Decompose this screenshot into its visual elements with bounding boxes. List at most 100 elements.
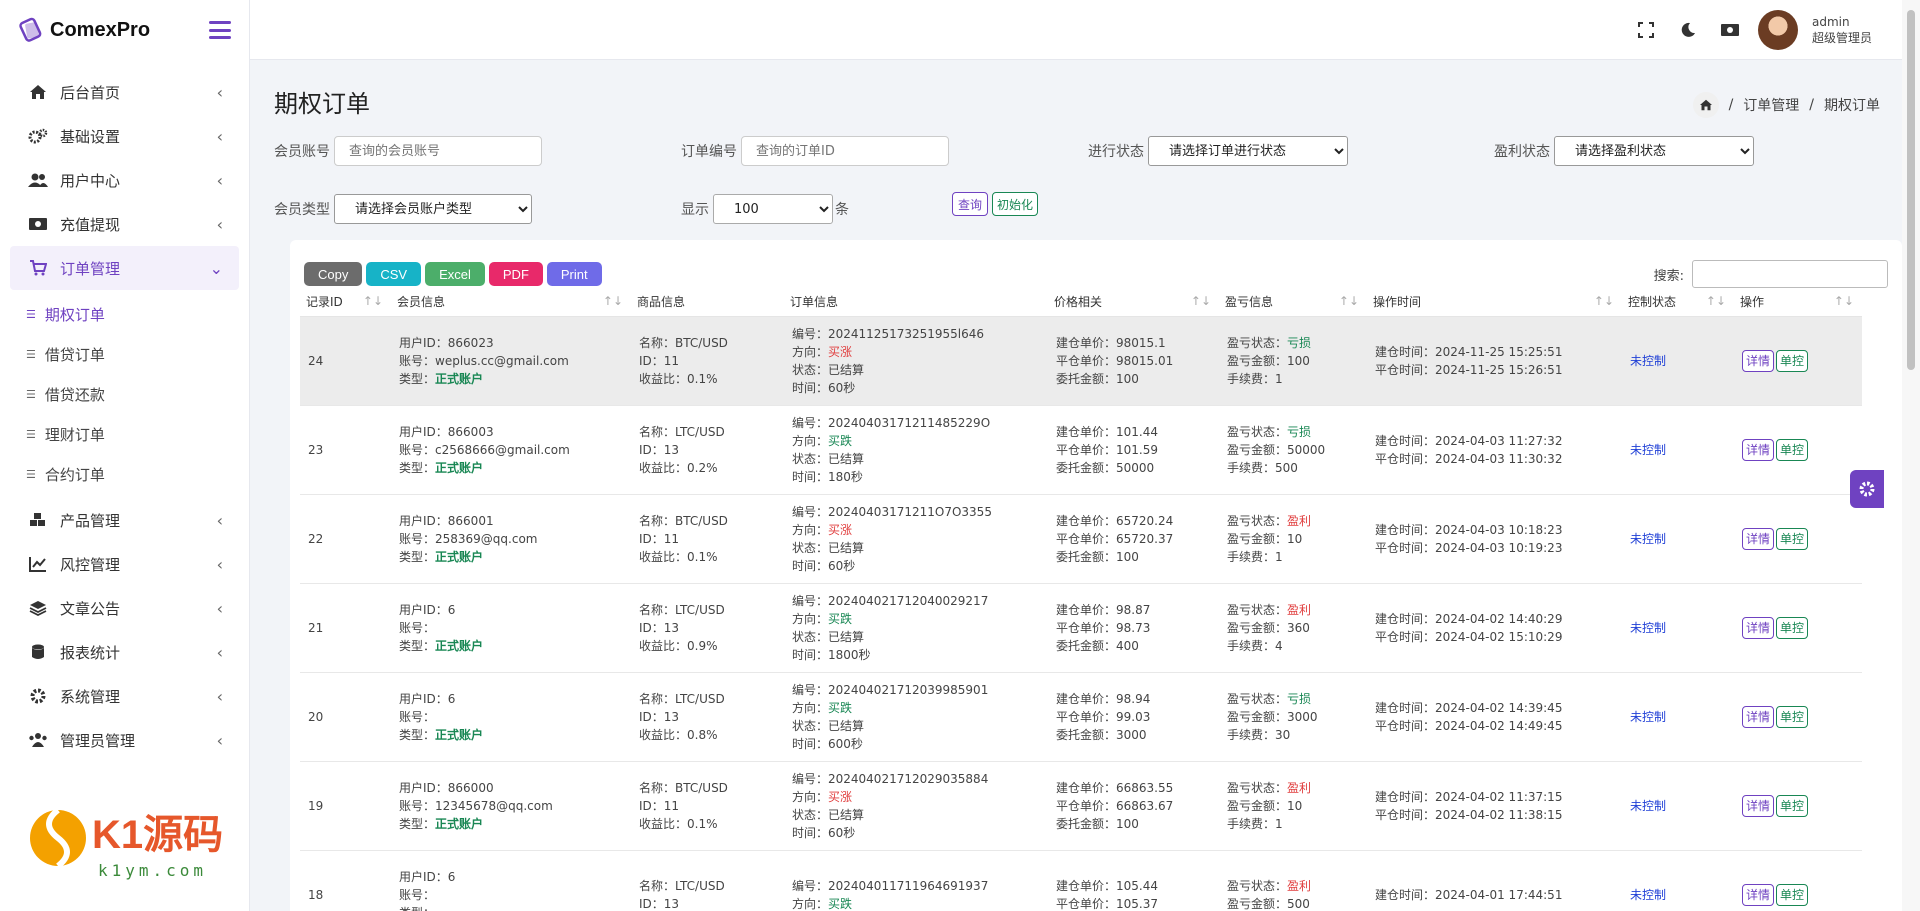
cell-pl: 盈亏状态：亏损 盈亏金额：3000 手续费：30 [1219,672,1367,762]
sidebar-item-basic-settings[interactable]: 基础设置 ‹ [0,114,249,158]
search-input[interactable] [1692,260,1888,288]
menu-toggle-icon[interactable] [209,21,231,39]
chevron-down-icon: ⌄ [209,258,223,278]
sidebar-item-articles[interactable]: 文章公告 ‹ [0,586,249,630]
money-icon[interactable] [1720,20,1740,40]
column-header-member[interactable]: 会员信息 ↑↓ [391,288,631,317]
k1-logo-icon: K1源码 k1ym.com [30,807,223,880]
sidebar-item-dashboard[interactable]: 后台首页 ‹ [0,70,249,114]
column-header-price[interactable]: 价格相关 ↑↓ [1048,288,1219,317]
sidebar-item-orders[interactable]: 订单管理 ⌄ [10,246,239,290]
detail-button[interactable]: 详情 [1742,705,1775,728]
page-size-select[interactable]: 100 [713,194,833,224]
detail-button[interactable]: 详情 [1742,883,1775,906]
column-header-control[interactable]: 控制状态 ↑↓ [1622,288,1734,317]
cell-order: 编号：20240403171211O7O3355 方向：买涨 状态：已结算 时间：60… [784,494,1048,584]
fullscreen-icon[interactable] [1636,20,1656,40]
order-no-input[interactable] [741,136,949,166]
sidebar-item-risk[interactable]: 风控管理 ‹ [0,542,249,586]
home-icon[interactable] [1692,92,1719,118]
control-status[interactable]: 未控制 [1630,354,1666,368]
cell-id: 23 [300,405,391,495]
detail-button[interactable]: 详情 [1742,616,1775,639]
user-menu[interactable]: admin 超级管理员 [1757,10,1872,50]
excel-button[interactable]: Excel [425,262,485,286]
filter-member-type: 会员类型 请选择会员账户类型 [274,194,532,224]
submenu-item-option-orders[interactable]: ☰ 期权订单 [0,294,249,334]
sidebar-item-products[interactable]: 产品管理 ‹ [0,498,249,542]
cell-control: 未控制 [1622,405,1734,495]
floating-settings-tab[interactable] [1850,470,1884,508]
member-type-select[interactable]: 请选择会员账户类型 [334,194,532,224]
pdf-button[interactable]: PDF [488,262,543,286]
detail-button[interactable]: 详情 [1742,794,1775,817]
progress-status-select[interactable]: 请选择订单进行状态 [1148,136,1348,166]
sidebar-item-reports[interactable]: 报表统计 ‹ [0,630,249,674]
profit-status-select[interactable]: 请选择盈利状态 [1554,136,1754,166]
submenu-item-loan-orders[interactable]: ☰ 借贷订单 [0,334,249,374]
detail-button[interactable]: 详情 [1742,527,1775,550]
table-search: 搜索: [1654,260,1888,288]
sort-icon[interactable]: ↑↓ [363,294,383,308]
sidebar-item-deposit-withdraw[interactable]: 充值提现 ‹ [0,202,249,246]
member-account-input[interactable] [334,136,542,166]
breadcrumb-separator: / [1728,97,1734,113]
sort-icon[interactable]: ↑↓ [1594,294,1614,308]
submenu-item-finance-orders[interactable]: ☰ 理财订单 [0,414,249,454]
reset-button[interactable]: 初始化 [992,192,1039,216]
sidebar-item-admins[interactable]: 管理员管理 ‹ [0,718,249,762]
sort-icon[interactable]: ↑↓ [1706,294,1726,308]
table-body: 24 用户ID：866023 账号：weplus.cc@gmail.com 类型：正式… [300,316,1862,911]
cell-id: 20 [300,672,391,762]
cell-product: 名称：LTC/USD ID：13 收益比：0.2% [631,405,784,495]
sidebar-item-users[interactable]: 用户中心 ‹ [0,158,249,202]
table-row: 21 用户ID：6 账号： 类型：正式账户 名称：LTC/USD ID：13 收益比：0.9… [300,583,1862,673]
sidebar-menu: 后台首页 ‹ 基础设置 ‹ 用户中心 ‹ 充值提现 ‹ 订单管理 ⌄ ☰ 期权订单… [0,70,249,762]
cell-actions: 详情 单控 [1734,494,1862,584]
single-control-button[interactable]: 单控 [1776,527,1809,550]
single-control-button[interactable]: 单控 [1776,794,1809,817]
table-row: 20 用户ID：6 账号： 类型：正式账户 名称：LTC/USD ID：13 收益比：0.8… [300,672,1862,762]
sort-icon[interactable]: ↑↓ [1834,294,1854,308]
csv-button[interactable]: CSV [366,262,422,286]
control-status[interactable]: 未控制 [1630,799,1666,813]
control-status[interactable]: 未控制 [1630,443,1666,457]
copy-button[interactable]: Copy [304,262,363,286]
dark-mode-icon[interactable] [1678,20,1698,40]
single-control-button[interactable]: 单控 [1776,349,1809,372]
column-header-time[interactable]: 操作时间 ↑↓ [1367,288,1622,317]
submenu-item-contract-orders[interactable]: ☰ 合约订单 [0,454,249,494]
breadcrumb-parent[interactable]: 订单管理 [1743,95,1799,115]
orders-table: 记录ID ↑↓ 会员信息 ↑↓ 商品信息 订单信息 价格相关 ↑↓ 盈亏信息 ↑↓ 操作… [300,288,1862,911]
query-button[interactable]: 查询 [952,192,989,216]
print-button[interactable]: Print [546,262,602,286]
detail-button[interactable]: 详情 [1742,349,1775,372]
control-status[interactable]: 未控制 [1630,888,1666,902]
control-status[interactable]: 未控制 [1630,710,1666,724]
user-group-icon [26,731,50,749]
single-control-button[interactable]: 单控 [1776,705,1809,728]
submenu-item-loan-repayment[interactable]: ☰ 借贷还款 [0,374,249,414]
sort-icon[interactable]: ↑↓ [1191,294,1211,308]
cell-price: 建仓单价：65720.24 平仓单价：65720.37 委托金额：100 [1048,494,1219,584]
column-header-actions[interactable]: 操作 ↑↓ [1734,288,1862,317]
scrollbar-thumb[interactable] [1907,10,1915,370]
orders-submenu: ☰ 期权订单 ☰ 借贷订单 ☰ 借贷还款 ☰ 理财订单 ☰ 合约订单 [0,290,249,498]
control-status[interactable]: 未控制 [1630,532,1666,546]
single-control-button[interactable]: 单控 [1776,883,1809,906]
control-status[interactable]: 未控制 [1630,621,1666,635]
brand[interactable]: ComexPro [18,17,150,43]
page-scrollbar[interactable] [1902,0,1920,911]
sidebar-item-label: 管理员管理 [60,731,136,750]
detail-button[interactable]: 详情 [1742,438,1775,461]
chevron-left-icon: ‹ [216,730,223,750]
column-header-id[interactable]: 记录ID ↑↓ [300,288,391,317]
cell-control: 未控制 [1622,316,1734,406]
column-header-pl[interactable]: 盈亏信息 ↑↓ [1219,288,1367,317]
sort-icon[interactable]: ↑↓ [603,294,623,308]
cell-member: 用户ID：6 账号： 类型：正式账户 [391,672,631,762]
sidebar-item-system[interactable]: 系统管理 ‹ [0,674,249,718]
sort-icon[interactable]: ↑↓ [1339,294,1359,308]
single-control-button[interactable]: 单控 [1776,616,1809,639]
single-control-button[interactable]: 单控 [1776,438,1809,461]
